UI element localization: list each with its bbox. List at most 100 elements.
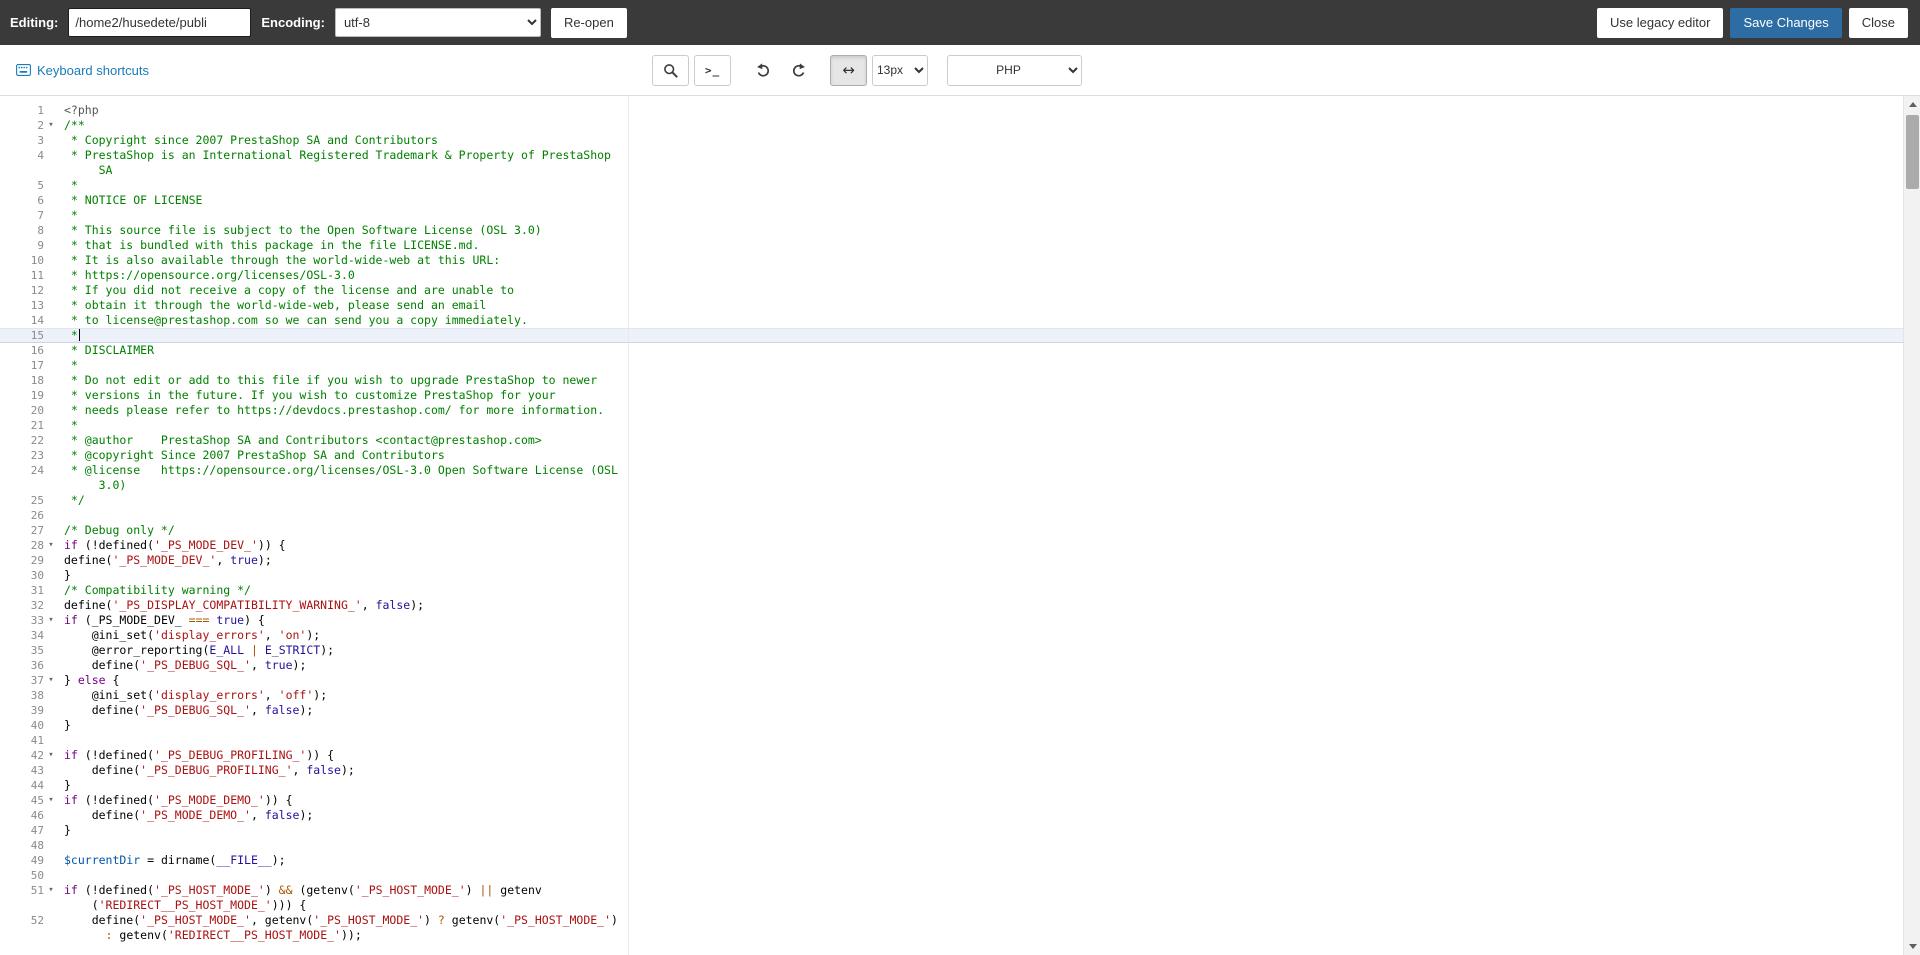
code-line[interactable]: 2 ▾/** <box>0 118 1903 133</box>
font-size-select[interactable]: 13px <box>872 54 928 86</box>
code-text[interactable]: * Copyright since 2007 PrestaShop SA and… <box>58 133 1903 148</box>
line-number[interactable]: 7 <box>0 208 44 223</box>
fold-arrow-icon[interactable]: ▾ <box>44 748 58 763</box>
code-text[interactable]: * obtain it through the world-wide-web, … <box>58 298 1903 313</box>
code-text[interactable]: * NOTICE OF LICENSE <box>58 193 1903 208</box>
code-text[interactable]: * Do not edit or add to this file if you… <box>58 373 1903 388</box>
line-number[interactable]: 25 <box>0 493 44 508</box>
code-text[interactable]: } <box>58 568 1903 583</box>
line-number[interactable]: 32 <box>0 598 44 613</box>
line-number[interactable]: 49 <box>0 853 44 868</box>
code-text[interactable]: define('_PS_DEBUG_PROFILING_', false); <box>58 763 1903 778</box>
code-text[interactable]: } <box>58 823 1903 838</box>
line-number[interactable]: 28 <box>0 538 44 553</box>
use-legacy-editor-button[interactable]: Use legacy editor <box>1597 7 1724 38</box>
code-text[interactable]: if (!defined('_PS_MODE_DEV_')) { <box>58 538 1903 553</box>
code-line[interactable]: 47} <box>0 823 1903 838</box>
code-text[interactable]: /** <box>58 118 1903 133</box>
word-wrap-toggle[interactable]: ↔ <box>830 54 867 86</box>
code-text[interactable]: * https://opensource.org/licenses/OSL-3.… <box>58 268 1903 283</box>
code-line[interactable]: 30} <box>0 568 1903 583</box>
code-line[interactable]: 1 <?php <box>0 103 1903 118</box>
code-line[interactable]: 22 * @author PrestaShop SA and Contribut… <box>0 433 1903 448</box>
code-text[interactable]: @ini_set('display_errors', 'off'); <box>58 688 1903 703</box>
code-line[interactable]: 40} <box>0 718 1903 733</box>
line-number[interactable]: 17 <box>0 358 44 373</box>
code-line[interactable]: 26 <box>0 508 1903 523</box>
line-number[interactable]: 20 <box>0 403 44 418</box>
code-line[interactable]: 24 * @license https://opensource.org/lic… <box>0 463 1903 493</box>
code-line[interactable]: 9 * that is bundled with this package in… <box>0 238 1903 253</box>
line-number[interactable]: 51 <box>0 883 44 898</box>
code-text[interactable]: <?php <box>58 103 1903 118</box>
code-text[interactable]: if (!defined('_PS_HOST_MODE_') && (geten… <box>58 883 1903 913</box>
code-text[interactable]: * that is bundled with this package in t… <box>58 238 1903 253</box>
line-number[interactable]: 19 <box>0 388 44 403</box>
fold-arrow-icon[interactable]: ▾ <box>44 613 58 628</box>
code-text[interactable]: * This source file is subject to the Ope… <box>58 223 1903 238</box>
line-number[interactable]: 38 <box>0 688 44 703</box>
line-number[interactable]: 42 <box>0 748 44 763</box>
scrollbar-thumb[interactable] <box>1906 115 1919 189</box>
line-number[interactable]: 14 <box>0 313 44 328</box>
line-number[interactable]: 30 <box>0 568 44 583</box>
code-text[interactable]: * <box>58 418 1903 433</box>
reopen-button[interactable]: Re-open <box>550 7 627 38</box>
code-text[interactable] <box>58 508 1903 523</box>
code-text[interactable]: @error_reporting(E_ALL | E_STRICT); <box>58 643 1903 658</box>
fold-arrow-icon[interactable]: ▾ <box>44 883 58 898</box>
line-number[interactable]: 34 <box>0 628 44 643</box>
line-number[interactable]: 44 <box>0 778 44 793</box>
undo-button[interactable] <box>748 55 778 86</box>
command-line-button[interactable]: >_ <box>694 54 731 86</box>
code-line[interactable]: 10 * It is also available through the wo… <box>0 253 1903 268</box>
line-number[interactable]: 33 <box>0 613 44 628</box>
line-number[interactable]: 29 <box>0 553 44 568</box>
fold-arrow-icon[interactable]: ▾ <box>44 673 58 688</box>
code-line[interactable]: 19 * versions in the future. If you wish… <box>0 388 1903 403</box>
line-number[interactable]: 40 <box>0 718 44 733</box>
line-number[interactable]: 12 <box>0 283 44 298</box>
code-line[interactable]: 12 * If you did not receive a copy of th… <box>0 283 1903 298</box>
scroll-down-button[interactable] <box>1904 938 1920 955</box>
code-text[interactable]: define('_PS_HOST_MODE_', getenv('_PS_HOS… <box>58 913 1903 943</box>
code-text[interactable]: define('_PS_MODE_DEV_', true); <box>58 553 1903 568</box>
code-line[interactable]: 36 define('_PS_DEBUG_SQL_', true); <box>0 658 1903 673</box>
code-line[interactable]: 27 /* Debug only */ <box>0 523 1903 538</box>
fold-arrow-icon[interactable]: ▾ <box>44 118 58 133</box>
code-line[interactable]: 7 * <box>0 208 1903 223</box>
code-line[interactable]: 16 * DISCLAIMER <box>0 343 1903 358</box>
line-number[interactable]: 52 <box>0 913 44 928</box>
line-number[interactable]: 39 <box>0 703 44 718</box>
code-line[interactable]: 41 <box>0 733 1903 748</box>
code-line[interactable]: 6 * NOTICE OF LICENSE <box>0 193 1903 208</box>
code-text[interactable]: * It is also available through the world… <box>58 253 1903 268</box>
code-line[interactable]: 49 $currentDir = dirname(__FILE__); <box>0 853 1903 868</box>
line-number[interactable]: 5 <box>0 178 44 193</box>
code-line[interactable]: 15 * <box>0 328 1903 343</box>
code-text[interactable] <box>58 733 1903 748</box>
code-text[interactable]: } else { <box>58 673 1903 688</box>
line-number[interactable]: 9 <box>0 238 44 253</box>
code-line[interactable]: 21 * <box>0 418 1903 433</box>
code-text[interactable]: * <box>58 178 1903 193</box>
line-number[interactable]: 2 <box>0 118 44 133</box>
code-line[interactable]: 20 * needs please refer to https://devdo… <box>0 403 1903 418</box>
code-line[interactable]: 34 @ini_set('display_errors', 'on'); <box>0 628 1903 643</box>
code-text[interactable]: * @copyright Since 2007 PrestaShop SA an… <box>58 448 1903 463</box>
code-line[interactable]: 25 */ <box>0 493 1903 508</box>
code-line[interactable]: 50 <box>0 868 1903 883</box>
code-line[interactable]: 3 * Copyright since 2007 PrestaShop SA a… <box>0 133 1903 148</box>
code-line[interactable]: 17 * <box>0 358 1903 373</box>
code-text[interactable]: define('_PS_DEBUG_SQL_', false); <box>58 703 1903 718</box>
line-number[interactable]: 18 <box>0 373 44 388</box>
code-line[interactable]: 18 * Do not edit or add to this file if … <box>0 373 1903 388</box>
code-line[interactable]: 8 * This source file is subject to the O… <box>0 223 1903 238</box>
code-line[interactable]: 13 * obtain it through the world-wide-we… <box>0 298 1903 313</box>
code-line[interactable]: 11 * https://opensource.org/licenses/OSL… <box>0 268 1903 283</box>
code-text[interactable]: if (!defined('_PS_DEBUG_PROFILING_')) { <box>58 748 1903 763</box>
fold-arrow-icon[interactable]: ▾ <box>44 538 58 553</box>
line-number[interactable]: 45 <box>0 793 44 808</box>
code-line[interactable]: 43 define('_PS_DEBUG_PROFILING_', false)… <box>0 763 1903 778</box>
code-text[interactable]: * DISCLAIMER <box>58 343 1903 358</box>
